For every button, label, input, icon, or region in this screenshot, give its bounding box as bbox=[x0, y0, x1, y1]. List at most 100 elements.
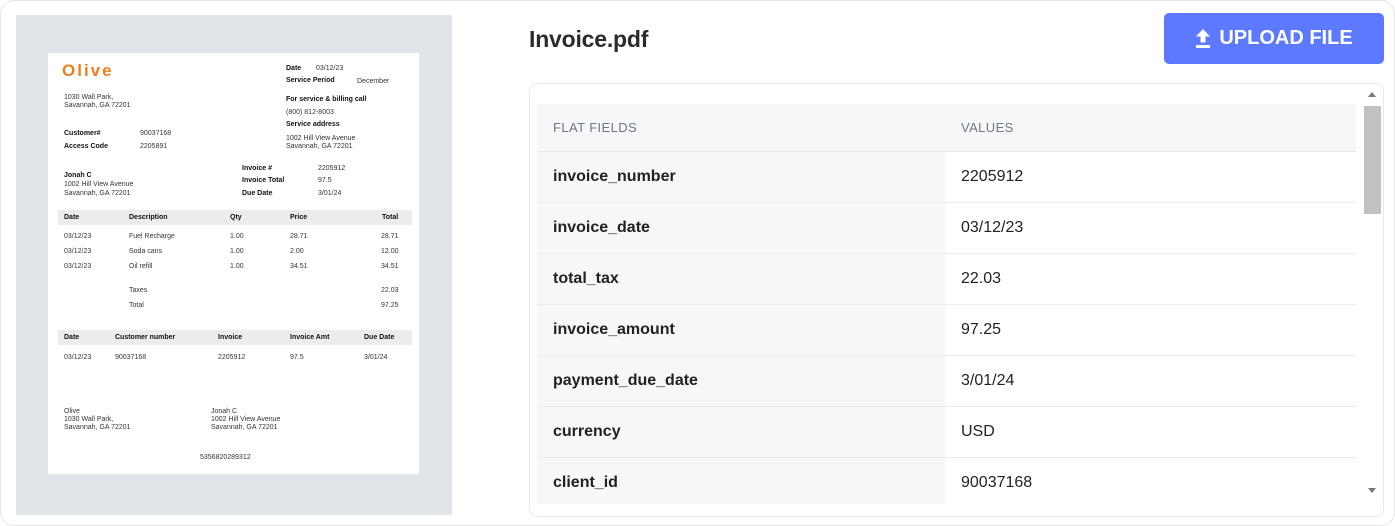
item-description: Fuel Recharge bbox=[129, 233, 175, 240]
header-flat-fields: FLAT FIELDS bbox=[537, 104, 945, 152]
field-value: 3/01/24 bbox=[945, 355, 1356, 407]
summary-due: 3/01/24 bbox=[364, 354, 388, 361]
taxes-value: 22.03 bbox=[381, 287, 399, 294]
invoice-total-label: Invoice Total bbox=[242, 177, 285, 184]
field-value: 22.03 bbox=[945, 253, 1356, 305]
table-header-row: FLAT FIELDS VALUES bbox=[537, 104, 1356, 152]
field-name: invoice_date bbox=[537, 202, 945, 254]
billing-label: For service & billing call bbox=[286, 96, 367, 103]
client-address-line2: Savannah, GA 72201 bbox=[64, 190, 131, 197]
due-date-value: 3/01/24 bbox=[318, 190, 342, 197]
field-value: USD bbox=[945, 406, 1356, 458]
total-label: Total bbox=[129, 302, 144, 309]
table-row: currency USD bbox=[537, 406, 1356, 458]
item-price: 2.00 bbox=[290, 248, 304, 255]
items-header: Date Description Qty Price Total bbox=[58, 210, 412, 225]
summary-amount: 97.5 bbox=[290, 354, 304, 361]
summary-header: Date Customer number Invoice Invoice Amt… bbox=[58, 330, 412, 345]
item-total: 28.71 bbox=[381, 233, 399, 240]
footer-right-line3: Savannah, GA 72201 bbox=[211, 424, 278, 431]
item-qty: 1.00 bbox=[230, 248, 244, 255]
date-label: Date bbox=[286, 65, 302, 72]
olive-logo: Olive bbox=[62, 61, 114, 80]
footer-left-line3: Savannah, GA 72201 bbox=[64, 424, 131, 431]
service-period-value: December bbox=[357, 78, 390, 85]
items-header-description: Description bbox=[129, 214, 168, 221]
total-value: 97.25 bbox=[381, 302, 399, 309]
items-header-price: Price bbox=[290, 214, 308, 221]
due-date-label: Due Date bbox=[242, 190, 273, 197]
field-value: 97.25 bbox=[945, 304, 1356, 356]
service-address-label: Service address bbox=[286, 121, 340, 128]
table-row: invoice_amount 97.25 bbox=[537, 304, 1356, 356]
field-name: total_tax bbox=[537, 253, 945, 305]
sender-address-line2: Savannah, GA 72201 bbox=[64, 102, 131, 109]
scroll-up-arrow-icon[interactable] bbox=[1368, 92, 1376, 97]
main-card: Olive 1030 Wall Park, Savannah, GA 72201… bbox=[0, 0, 1395, 526]
invoice-page: Olive 1030 Wall Park, Savannah, GA 72201… bbox=[48, 53, 419, 474]
customer-value: 90037168 bbox=[140, 130, 172, 137]
summary-header-customer: Customer number bbox=[115, 334, 176, 341]
table-row: client_id 90037168 bbox=[537, 457, 1356, 504]
upload-arrow-icon bbox=[1195, 29, 1211, 48]
items-header-qty: Qty bbox=[230, 214, 242, 221]
fields-panel: FLAT FIELDS VALUES invoice_number 220591… bbox=[529, 83, 1384, 517]
field-name: payment_due_date bbox=[537, 355, 945, 407]
scroll-down-arrow-icon[interactable] bbox=[1368, 488, 1376, 493]
item-price: 28.71 bbox=[290, 233, 308, 240]
invoice-no-value: 2205912 bbox=[318, 165, 346, 172]
item-price: 34.51 bbox=[290, 263, 308, 270]
item-total: 34.51 bbox=[381, 263, 399, 270]
upload-file-button[interactable]: UPLOAD FILE bbox=[1164, 13, 1384, 64]
customer-label: Customer# bbox=[64, 130, 101, 137]
item-description: Oil refill bbox=[129, 263, 153, 270]
item-date: 03/12/23 bbox=[64, 263, 92, 270]
items-header-total: Total bbox=[382, 214, 399, 221]
item-date: 03/12/23 bbox=[64, 233, 92, 240]
items-header-date: Date bbox=[64, 214, 80, 221]
access-code-value: 2205891 bbox=[140, 143, 168, 150]
barcode-number: 5356820289312 bbox=[200, 454, 251, 461]
client-address-line1: 1002 Hill View Avenue bbox=[64, 181, 134, 188]
access-code-label: Access Code bbox=[64, 143, 108, 150]
summary-header-invoice: Invoice bbox=[218, 334, 243, 341]
fields-table: FLAT FIELDS VALUES invoice_number 220591… bbox=[537, 104, 1356, 504]
field-value: 03/12/23 bbox=[945, 202, 1356, 254]
table-row: invoice_number 2205912 bbox=[537, 151, 1356, 203]
item-qty: 1.00 bbox=[230, 263, 244, 270]
table-row: invoice_date 03/12/23 bbox=[537, 202, 1356, 254]
item-date: 03/12/23 bbox=[64, 248, 92, 255]
item-total: 12.00 bbox=[381, 248, 399, 255]
vertical-scrollbar[interactable] bbox=[1362, 84, 1383, 516]
summary-header-date: Date bbox=[64, 334, 80, 341]
billing-phone: (800) 812-8003 bbox=[286, 109, 334, 116]
field-value: 2205912 bbox=[945, 151, 1356, 203]
service-period-label: Service Period bbox=[286, 77, 335, 84]
field-name: invoice_number bbox=[537, 151, 945, 203]
table-row: payment_due_date 3/01/24 bbox=[537, 355, 1356, 407]
field-name: client_id bbox=[537, 457, 945, 504]
client-name: Jonah C bbox=[64, 172, 92, 179]
table-row: total_tax 22.03 bbox=[537, 253, 1356, 305]
summary-header-amount: Invoice Amt bbox=[290, 334, 330, 341]
summary-header-due: Due Date bbox=[364, 334, 395, 341]
invoice-no-label: Invoice # bbox=[242, 165, 272, 172]
field-name: invoice_amount bbox=[537, 304, 945, 356]
upload-file-label: UPLOAD FILE bbox=[1219, 27, 1353, 49]
fields-table-viewport[interactable]: FLAT FIELDS VALUES invoice_number 220591… bbox=[537, 104, 1356, 504]
header-values: VALUES bbox=[945, 104, 1356, 152]
field-name: currency bbox=[537, 406, 945, 458]
item-qty: 1.00 bbox=[230, 233, 244, 240]
summary-invoice: 2205912 bbox=[218, 354, 246, 361]
document-preview: Olive 1030 Wall Park, Savannah, GA 72201… bbox=[16, 15, 452, 515]
file-name-title: Invoice.pdf bbox=[529, 26, 649, 52]
field-value: 90037168 bbox=[945, 457, 1356, 504]
invoice-total-value: 97.5 bbox=[318, 177, 332, 184]
service-address-line2: Savannah, GA 72201 bbox=[286, 143, 353, 150]
summary-date: 03/12/23 bbox=[64, 354, 92, 361]
taxes-label: Taxes bbox=[129, 287, 148, 294]
item-description: Soda cans bbox=[129, 248, 163, 255]
date-value: 03/12/23 bbox=[316, 65, 344, 72]
summary-customer: 90037168 bbox=[115, 354, 147, 361]
scrollbar-thumb[interactable] bbox=[1364, 106, 1381, 214]
